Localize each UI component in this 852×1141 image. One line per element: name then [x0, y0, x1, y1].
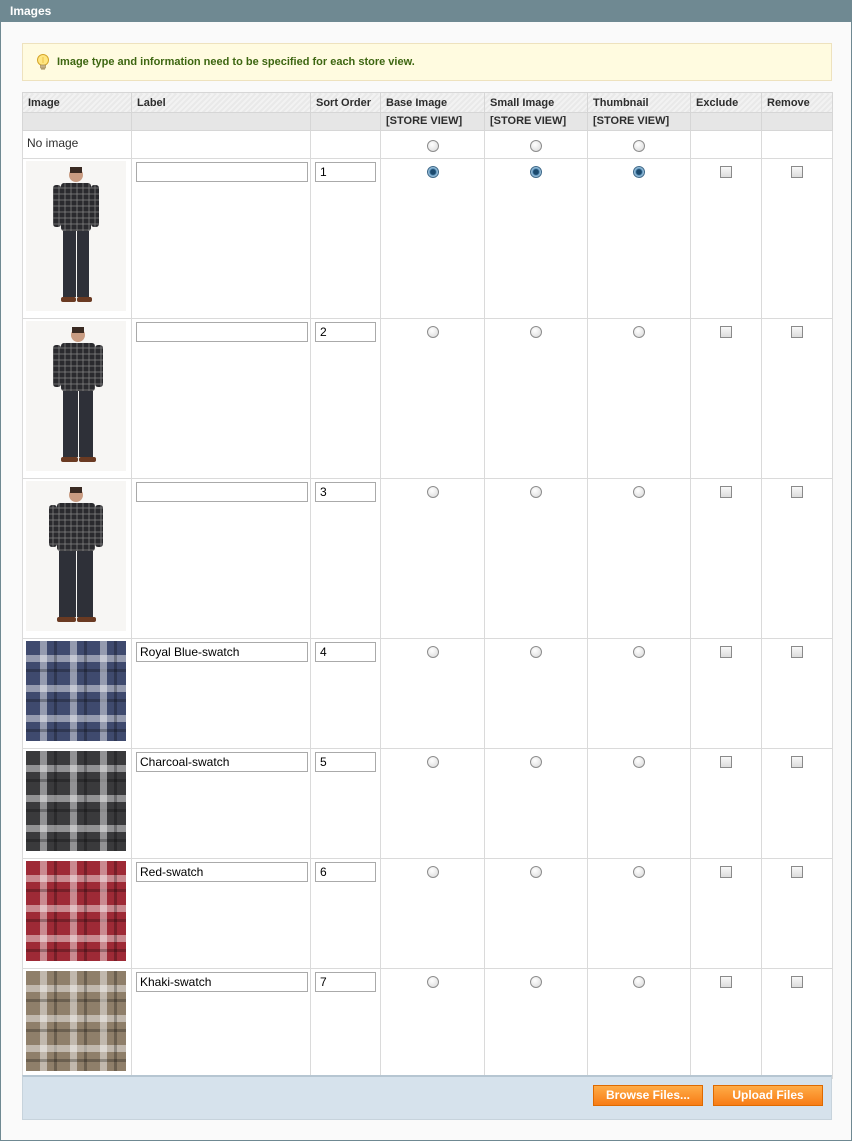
lightbulb-icon [37, 54, 49, 70]
no-image-row: No image [22, 130, 833, 159]
image-cell [22, 478, 132, 639]
base-image-radio[interactable] [426, 866, 439, 878]
image-row [22, 318, 833, 479]
base-image-radio[interactable] [426, 166, 439, 178]
swatch-photo [26, 641, 126, 741]
images-panel: Images Image type and information need t… [0, 0, 852, 1141]
product-photo [26, 321, 126, 471]
base-image-radio[interactable] [426, 646, 439, 658]
image-label-input[interactable] [136, 642, 308, 662]
remove-checkbox[interactable] [791, 166, 803, 178]
col-base-image: Base Image [380, 92, 485, 113]
small-image-radio[interactable] [530, 976, 542, 988]
sort-order-input[interactable] [315, 862, 376, 882]
sort-order-input[interactable] [315, 972, 376, 992]
image-row [22, 968, 833, 1079]
thumbnail-scope: [STORE VIEW] [587, 112, 691, 131]
small-image-scope: [STORE VIEW] [484, 112, 588, 131]
sort-order-input[interactable] [315, 322, 376, 342]
swatch-photo [26, 751, 126, 851]
remove-checkbox[interactable] [791, 976, 803, 988]
image-cell [22, 158, 132, 319]
col-label: Label [131, 92, 311, 113]
thumbnail-radio[interactable] [633, 486, 645, 498]
image-label-input[interactable] [136, 322, 308, 342]
no-image-small-radio[interactable] [530, 140, 542, 152]
image-label-input[interactable] [136, 752, 308, 772]
thumbnail-radio[interactable] [633, 976, 645, 988]
image-label-input[interactable] [136, 972, 308, 992]
col-remove: Remove [761, 92, 833, 113]
small-image-radio[interactable] [530, 326, 542, 338]
col-image: Image [22, 92, 132, 113]
exclude-checkbox[interactable] [720, 976, 732, 988]
remove-checkbox[interactable] [791, 866, 803, 878]
small-image-radio[interactable] [530, 166, 542, 178]
remove-checkbox[interactable] [791, 326, 803, 338]
small-image-radio[interactable] [530, 486, 542, 498]
small-image-radio[interactable] [530, 646, 542, 658]
sort-order-input[interactable] [315, 482, 376, 502]
base-image-radio[interactable] [426, 756, 439, 768]
remove-checkbox[interactable] [791, 486, 803, 498]
exclude-checkbox[interactable] [720, 326, 732, 338]
col-sort-order: Sort Order [310, 92, 381, 113]
image-row [22, 158, 833, 319]
col-exclude: Exclude [690, 92, 762, 113]
thumbnail-radio[interactable] [633, 866, 645, 878]
sort-order-input[interactable] [315, 162, 376, 182]
swatch-photo [26, 971, 126, 1071]
no-image-label: No image [22, 130, 132, 159]
browse-files-button[interactable]: Browse Files... [593, 1085, 703, 1106]
upload-toolbar: Browse Files... Upload Files [22, 1075, 832, 1120]
image-row [22, 748, 833, 859]
image-cell [22, 638, 132, 749]
remove-checkbox[interactable] [791, 646, 803, 658]
section-title: Images [1, 1, 851, 22]
thumbnail-radio[interactable] [633, 756, 645, 768]
image-cell [22, 748, 132, 859]
product-photo [26, 481, 126, 631]
exclude-checkbox[interactable] [720, 166, 732, 178]
sort-order-input[interactable] [315, 642, 376, 662]
small-image-radio[interactable] [530, 756, 542, 768]
exclude-checkbox[interactable] [720, 646, 732, 658]
remove-checkbox[interactable] [791, 756, 803, 768]
image-cell [22, 968, 132, 1079]
image-cell [22, 858, 132, 969]
base-image-radio[interactable] [426, 326, 439, 338]
image-label-input[interactable] [136, 862, 308, 882]
base-image-radio[interactable] [426, 976, 439, 988]
product-photo [26, 161, 126, 311]
exclude-checkbox[interactable] [720, 756, 732, 768]
image-cell [22, 318, 132, 479]
image-label-input[interactable] [136, 482, 308, 502]
notice-text: Image type and information need to be sp… [57, 56, 415, 68]
thumbnail-radio[interactable] [633, 646, 645, 658]
col-small-image: Small Image [484, 92, 588, 113]
thumbnail-radio[interactable] [633, 166, 645, 178]
no-image-base-radio[interactable] [426, 140, 439, 152]
col-thumbnail: Thumbnail [587, 92, 691, 113]
thumbnail-radio[interactable] [633, 326, 645, 338]
upload-files-button[interactable]: Upload Files [713, 1085, 823, 1106]
exclude-checkbox[interactable] [720, 866, 732, 878]
store-view-notice: Image type and information need to be sp… [22, 43, 832, 81]
image-label-input[interactable] [136, 162, 308, 182]
image-row [22, 638, 833, 749]
images-grid: Image Label Sort Order Base Image Small … [22, 92, 833, 1079]
sort-order-input[interactable] [315, 752, 376, 772]
exclude-checkbox[interactable] [720, 486, 732, 498]
base-image-radio[interactable] [426, 486, 439, 498]
small-image-radio[interactable] [530, 866, 542, 878]
base-image-scope: [STORE VIEW] [380, 112, 485, 131]
image-row [22, 858, 833, 969]
no-image-thumbnail-radio[interactable] [633, 140, 645, 152]
swatch-photo [26, 861, 126, 961]
image-row [22, 478, 833, 639]
